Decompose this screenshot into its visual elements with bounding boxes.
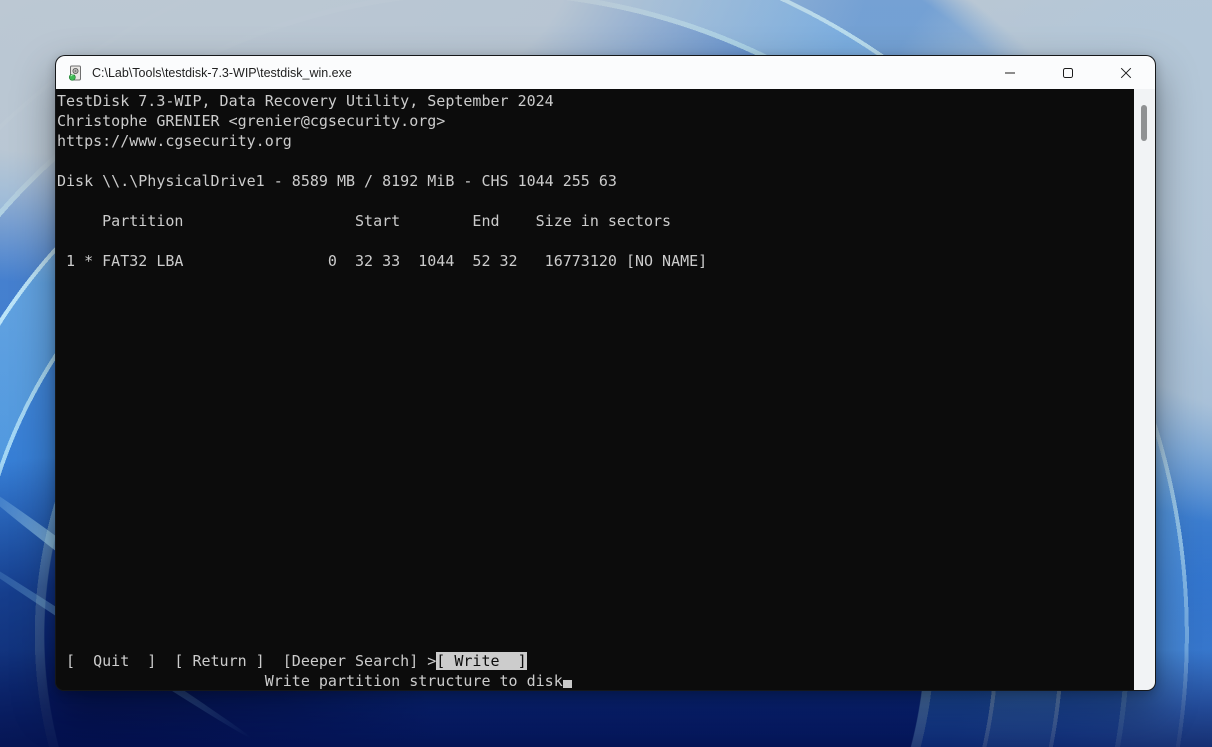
console-banner-line: TestDisk 7.3-WIP, Data Recovery Utility,… (57, 92, 554, 110)
scrollbar[interactable] (1134, 89, 1155, 690)
titlebar-left: C:\Lab\Tools\testdisk-7.3-WIP\testdisk_w… (56, 56, 352, 89)
status-text: Write partition structure to disk (57, 672, 563, 690)
status-line: Write partition structure to disk (57, 671, 1134, 690)
maximize-button[interactable] (1039, 56, 1097, 89)
window-title: C:\Lab\Tools\testdisk-7.3-WIP\testdisk_w… (92, 65, 352, 80)
console-text: TestDisk 7.3-WIP, Data Recovery Utility,… (56, 89, 1134, 271)
menu-bar: [ Quit ] [ Return ] [Deeper Search] >[ W… (57, 651, 1134, 671)
disk-info-line: Disk \\.\PhysicalDrive1 - 8589 MB / 8192… (57, 172, 617, 190)
console-url-line: https://www.cgsecurity.org (57, 132, 292, 150)
close-icon (1120, 67, 1132, 78)
console-author-line: Christophe GRENIER <grenier@cgsecurity.o… (57, 112, 446, 130)
minimize-button[interactable] (981, 56, 1039, 89)
partition-table-row: 1 * FAT32 LBA 0 32 33 1044 52 32 1677312… (57, 252, 708, 270)
maximize-icon (1063, 67, 1073, 78)
console-output: TestDisk 7.3-WIP, Data Recovery Utility,… (56, 89, 1134, 690)
menu-item-write-selected[interactable]: [ Write ] (436, 652, 527, 670)
menu-items[interactable]: [ Quit ] [ Return ] [Deeper Search] > (57, 652, 436, 670)
caption-buttons (981, 56, 1155, 89)
console-menu-area: [ Quit ] [ Return ] [Deeper Search] >[ W… (57, 651, 1134, 690)
window-titlebar[interactable]: C:\Lab\Tools\testdisk-7.3-WIP\testdisk_w… (56, 56, 1155, 89)
close-button[interactable] (1097, 56, 1155, 89)
text-cursor (562, 680, 572, 688)
scrollbar-thumb[interactable] (1141, 105, 1147, 141)
console-window: C:\Lab\Tools\testdisk-7.3-WIP\testdisk_w… (55, 55, 1156, 691)
minimize-icon (1005, 72, 1015, 73)
desktop-wallpaper: C:\Lab\Tools\testdisk-7.3-WIP\testdisk_w… (0, 0, 1212, 747)
hard-drive-icon (68, 65, 81, 81)
partition-table-header: Partition Start End Size in sectors (57, 212, 672, 230)
window-body: TestDisk 7.3-WIP, Data Recovery Utility,… (56, 89, 1155, 690)
